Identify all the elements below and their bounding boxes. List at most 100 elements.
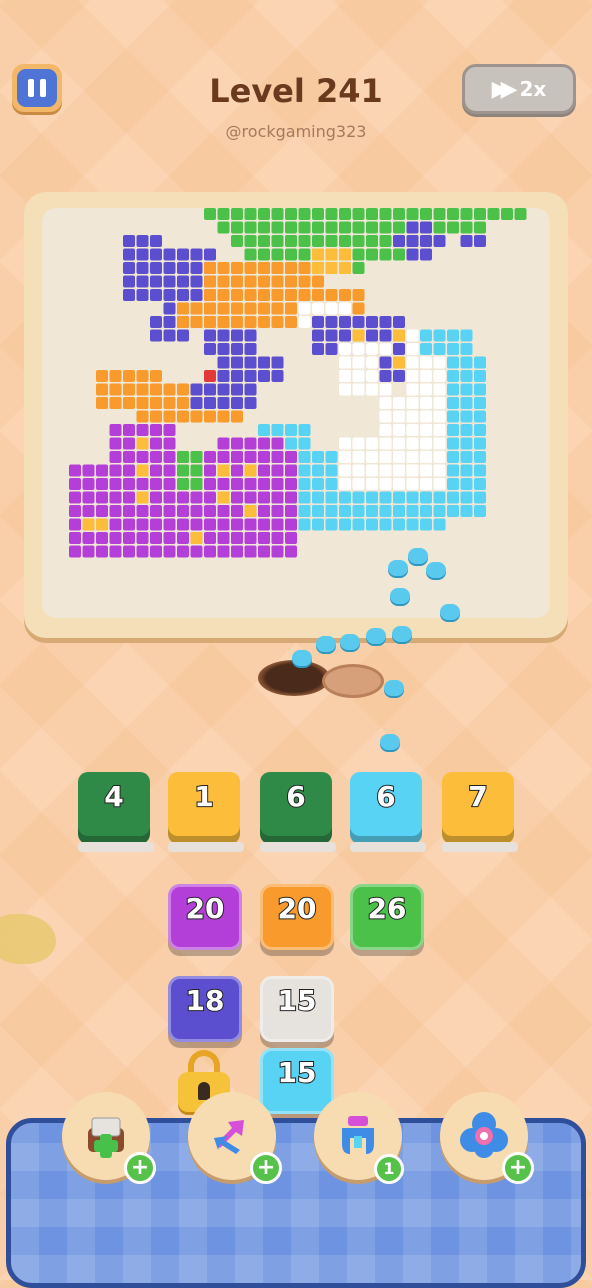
pixel-cell: [150, 464, 162, 477]
add-booster-badge[interactable]: +: [124, 1152, 156, 1184]
ant-slot[interactable]: 6: [260, 772, 336, 850]
pixel-cell: [420, 451, 432, 463]
pixel-cell: [177, 383, 189, 396]
pixel-cell: [420, 464, 432, 477]
magnet-claw-icon: [332, 1110, 384, 1162]
pixel-cell: [163, 410, 176, 423]
flower-button-icon: [458, 1110, 510, 1162]
speed-button[interactable]: ▶▶ 2x: [462, 64, 576, 114]
pixel-cell: [366, 518, 378, 531]
pixel-cell: [352, 316, 365, 328]
pixel-cell: [231, 302, 243, 315]
pixel-cell: [325, 451, 338, 463]
add-booster-badge[interactable]: +: [502, 1152, 534, 1184]
ant-slot[interactable]: 6: [350, 772, 426, 850]
pixel-cell: [177, 275, 189, 288]
pixel-cell: [298, 208, 311, 220]
pixel-cell: [420, 343, 432, 355]
pixel-cell: [393, 235, 405, 247]
pixel-cell: [190, 505, 203, 517]
pixel-cell: [406, 437, 419, 450]
pixel-cell: [420, 208, 432, 220]
pixel-cell: [136, 262, 149, 274]
pixel-cell: [325, 262, 338, 274]
pixel-cell: [379, 478, 392, 490]
pixel-cell: [285, 316, 297, 328]
pixel-cell: [460, 235, 473, 247]
add-slot-booster[interactable]: +: [62, 1092, 156, 1184]
pixel-cell: [460, 383, 473, 396]
pixel-cell: [96, 383, 108, 396]
pixel-cell: [474, 235, 486, 247]
flower-booster[interactable]: +: [440, 1092, 534, 1184]
pixel-cell: [298, 275, 311, 288]
pixel-cell: [231, 370, 243, 382]
color-stack[interactable]: 20: [260, 884, 334, 956]
magnet-booster[interactable]: 1: [314, 1092, 404, 1184]
pixel-cell: [366, 370, 378, 382]
pixel-cell: [271, 356, 284, 369]
pixel-cell: [150, 248, 162, 261]
pixel-cell: [150, 532, 162, 544]
pixel-cell: [190, 316, 203, 328]
pixel-cell: [298, 235, 311, 247]
pixel-cell: [339, 343, 351, 355]
ant-slot[interactable]: 7: [442, 772, 518, 850]
pixel-cell: [298, 302, 311, 315]
pixel-cell: [433, 208, 446, 220]
pixel-cell: [406, 370, 419, 382]
ant-slot[interactable]: 1: [168, 772, 244, 850]
pixel-cell: [190, 410, 203, 423]
pixel-cell: [204, 248, 216, 261]
speed-label: 2x: [519, 77, 547, 101]
pixel-cell: [379, 329, 392, 342]
color-stack[interactable]: 18: [168, 976, 242, 1048]
pixel-cell: [433, 464, 446, 477]
pixel-cell: [406, 343, 419, 355]
pixel-cell: [271, 235, 284, 247]
pixel-cell: [217, 505, 230, 517]
swap-booster[interactable]: +: [188, 1092, 282, 1184]
pixel-cell: [136, 370, 149, 382]
pixel-cell: [406, 491, 419, 504]
puzzle-board: [24, 192, 568, 638]
pixel-cell: [325, 505, 338, 517]
pixel-cell: [150, 275, 162, 288]
pixel-cell: [393, 316, 405, 328]
pixel-cell: [96, 518, 108, 531]
pixel-cell: [109, 464, 122, 477]
pixel-cell: [285, 518, 297, 531]
pixel-cell: [285, 289, 297, 301]
pixel-cell: [109, 370, 122, 382]
pixel-cell: [231, 518, 243, 531]
ant-slot[interactable]: 4: [78, 772, 154, 850]
pixel-cell: [406, 248, 419, 261]
color-stack[interactable]: 20: [168, 884, 242, 956]
pixel-cell: [339, 464, 351, 477]
pixel-cell: [96, 397, 108, 409]
pixel-cell: [244, 505, 257, 517]
pixel-cell: [109, 424, 122, 436]
pixel-cell: [69, 532, 81, 544]
pixel-cell: [150, 424, 162, 436]
pixel-cell: [420, 383, 432, 396]
pixel-cell: [244, 532, 257, 544]
color-stack[interactable]: 26: [350, 884, 424, 956]
pixel-cell: [150, 329, 162, 342]
ant-icon: [440, 604, 460, 620]
pixel-cell: [352, 505, 365, 517]
pixel-cell: [460, 356, 473, 369]
color-stack[interactable]: 15: [260, 976, 334, 1048]
pixel-cell: [190, 545, 203, 558]
swap-arrows-icon: [206, 1110, 258, 1162]
pixel-cell: [460, 397, 473, 409]
pixel-cell: [217, 464, 230, 477]
pixel-cell: [150, 262, 162, 274]
pixel-cell: [258, 437, 270, 450]
pixel-cell: [109, 505, 122, 517]
add-booster-badge[interactable]: +: [250, 1152, 282, 1184]
pixel-cell: [217, 262, 230, 274]
pixel-cell: [163, 424, 176, 436]
pixel-cell: [204, 316, 216, 328]
pixel-cell: [136, 545, 149, 558]
